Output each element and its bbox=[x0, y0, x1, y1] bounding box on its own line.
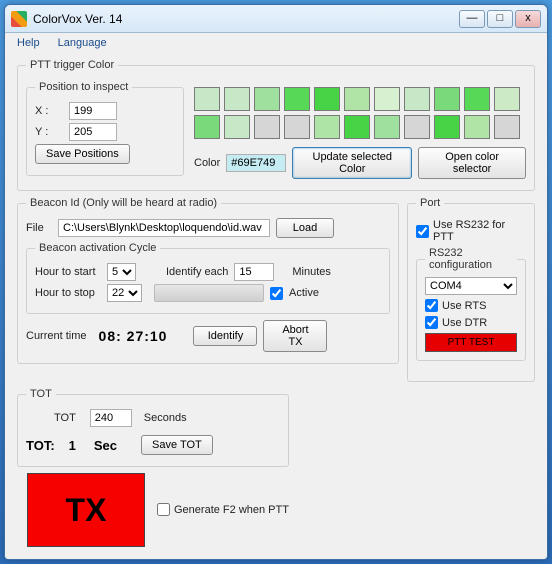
com-port-select[interactable]: COM4 bbox=[425, 277, 517, 295]
current-time-value: 08: 27:10 bbox=[99, 328, 168, 344]
generate-f2-label: Generate F2 when PTT bbox=[174, 504, 289, 516]
color-swatch[interactable] bbox=[224, 87, 250, 111]
generate-f2-checkbox[interactable] bbox=[157, 503, 170, 516]
color-swatch[interactable] bbox=[404, 115, 430, 139]
hour-stop-label: Hour to stop bbox=[35, 287, 101, 299]
cycle-legend: Beacon activation Cycle bbox=[35, 242, 160, 254]
hour-start-select[interactable]: 5 bbox=[107, 263, 136, 281]
tx-indicator: TX bbox=[27, 473, 145, 547]
x-label: X : bbox=[35, 105, 63, 117]
app-window: ColorVox Ver. 14 — □ x Help Language PTT… bbox=[4, 4, 548, 560]
rs232-cfg-legend: RS232 configuration bbox=[425, 247, 517, 271]
position-inspect-group: Position to inspect X : Y : Save Positio… bbox=[26, 81, 184, 176]
color-swatch[interactable] bbox=[464, 115, 490, 139]
color-swatch[interactable] bbox=[404, 87, 430, 111]
close-button[interactable]: x bbox=[515, 10, 541, 28]
color-swatch[interactable] bbox=[284, 115, 310, 139]
use-dtr-label: Use DTR bbox=[442, 317, 487, 329]
color-swatch[interactable] bbox=[284, 87, 310, 111]
color-swatch[interactable] bbox=[434, 87, 460, 111]
beacon-cycle-group: Beacon activation Cycle Hour to start 5 … bbox=[26, 242, 390, 314]
app-icon bbox=[11, 11, 27, 27]
file-input[interactable] bbox=[58, 219, 270, 237]
minutes-label: Minutes bbox=[292, 266, 331, 278]
x-input[interactable] bbox=[69, 102, 117, 120]
port-group: Port Use RS232 for PTT RS232 configurati… bbox=[407, 197, 535, 382]
color-label: Color bbox=[194, 157, 220, 169]
file-label: File bbox=[26, 222, 52, 234]
current-time-label: Current time bbox=[26, 330, 87, 342]
tot-input[interactable] bbox=[90, 409, 132, 427]
color-swatch[interactable] bbox=[494, 87, 520, 111]
color-swatches bbox=[194, 87, 526, 139]
beacon-id-group: Beacon Id (Only will be heard at radio) … bbox=[17, 197, 399, 364]
identify-button[interactable]: Identify bbox=[193, 326, 257, 346]
color-swatch[interactable] bbox=[314, 115, 340, 139]
save-tot-button[interactable]: Save TOT bbox=[141, 435, 213, 455]
menu-help[interactable]: Help bbox=[17, 37, 40, 49]
update-selected-color-button[interactable]: Update selected Color bbox=[292, 147, 412, 179]
color-swatch[interactable] bbox=[434, 115, 460, 139]
y-input[interactable] bbox=[69, 123, 117, 141]
use-dtr-checkbox[interactable] bbox=[425, 316, 438, 329]
ptt-trigger-color-group: PTT trigger Color Position to inspect X … bbox=[17, 59, 535, 191]
ptt-legend: PTT trigger Color bbox=[26, 59, 118, 71]
color-swatch[interactable] bbox=[374, 115, 400, 139]
color-value-input[interactable] bbox=[226, 154, 286, 172]
identify-each-label: Identify each bbox=[166, 266, 228, 278]
color-swatch[interactable] bbox=[194, 87, 220, 111]
color-swatch[interactable] bbox=[374, 87, 400, 111]
rs232-config-group: RS232 configuration COM4 Use RTS Use DTR… bbox=[416, 247, 526, 361]
use-rs232-label: Use RS232 for PTT bbox=[433, 219, 526, 243]
active-checkbox[interactable] bbox=[270, 287, 283, 300]
use-rts-label: Use RTS bbox=[442, 300, 486, 312]
port-legend: Port bbox=[416, 197, 444, 209]
color-swatch[interactable] bbox=[344, 87, 370, 111]
tot-group: TOT TOT Seconds TOT: 1 Sec Save TOT bbox=[17, 388, 289, 467]
color-swatch[interactable] bbox=[314, 87, 340, 111]
load-button[interactable]: Load bbox=[276, 218, 334, 238]
cycle-slider[interactable] bbox=[154, 284, 264, 302]
color-swatch[interactable] bbox=[254, 115, 280, 139]
tot-count-label: TOT: bbox=[26, 438, 55, 453]
seconds-label: Seconds bbox=[144, 412, 187, 424]
hour-stop-select[interactable]: 22 bbox=[107, 284, 142, 302]
tot-legend: TOT bbox=[26, 388, 56, 400]
maximize-button[interactable]: □ bbox=[487, 10, 513, 28]
position-legend: Position to inspect bbox=[35, 81, 132, 93]
color-swatch[interactable] bbox=[344, 115, 370, 139]
color-swatch[interactable] bbox=[494, 115, 520, 139]
color-swatch[interactable] bbox=[464, 87, 490, 111]
identify-each-input[interactable] bbox=[234, 263, 274, 281]
minimize-button[interactable]: — bbox=[459, 10, 485, 28]
use-rts-checkbox[interactable] bbox=[425, 299, 438, 312]
menubar: Help Language bbox=[5, 33, 547, 53]
use-rs232-checkbox[interactable] bbox=[416, 225, 429, 238]
abort-tx-button[interactable]: Abort TX bbox=[263, 320, 327, 352]
tot-count-value: 1 bbox=[69, 438, 76, 453]
color-swatch[interactable] bbox=[254, 87, 280, 111]
color-swatch[interactable] bbox=[224, 115, 250, 139]
menu-language[interactable]: Language bbox=[58, 37, 107, 49]
window-title: ColorVox Ver. 14 bbox=[33, 12, 459, 26]
save-positions-button[interactable]: Save Positions bbox=[35, 144, 130, 164]
active-label: Active bbox=[289, 287, 319, 299]
y-label: Y : bbox=[35, 126, 63, 138]
open-color-selector-button[interactable]: Open color selector bbox=[418, 147, 526, 179]
hour-start-label: Hour to start bbox=[35, 266, 101, 278]
titlebar[interactable]: ColorVox Ver. 14 — □ x bbox=[5, 5, 547, 33]
color-swatch[interactable] bbox=[194, 115, 220, 139]
tot-label: TOT bbox=[54, 412, 76, 424]
tot-sec-label: Sec bbox=[94, 438, 117, 453]
ptt-test-button[interactable]: PTT TEST bbox=[425, 333, 517, 352]
beacon-legend: Beacon Id (Only will be heard at radio) bbox=[26, 197, 221, 209]
